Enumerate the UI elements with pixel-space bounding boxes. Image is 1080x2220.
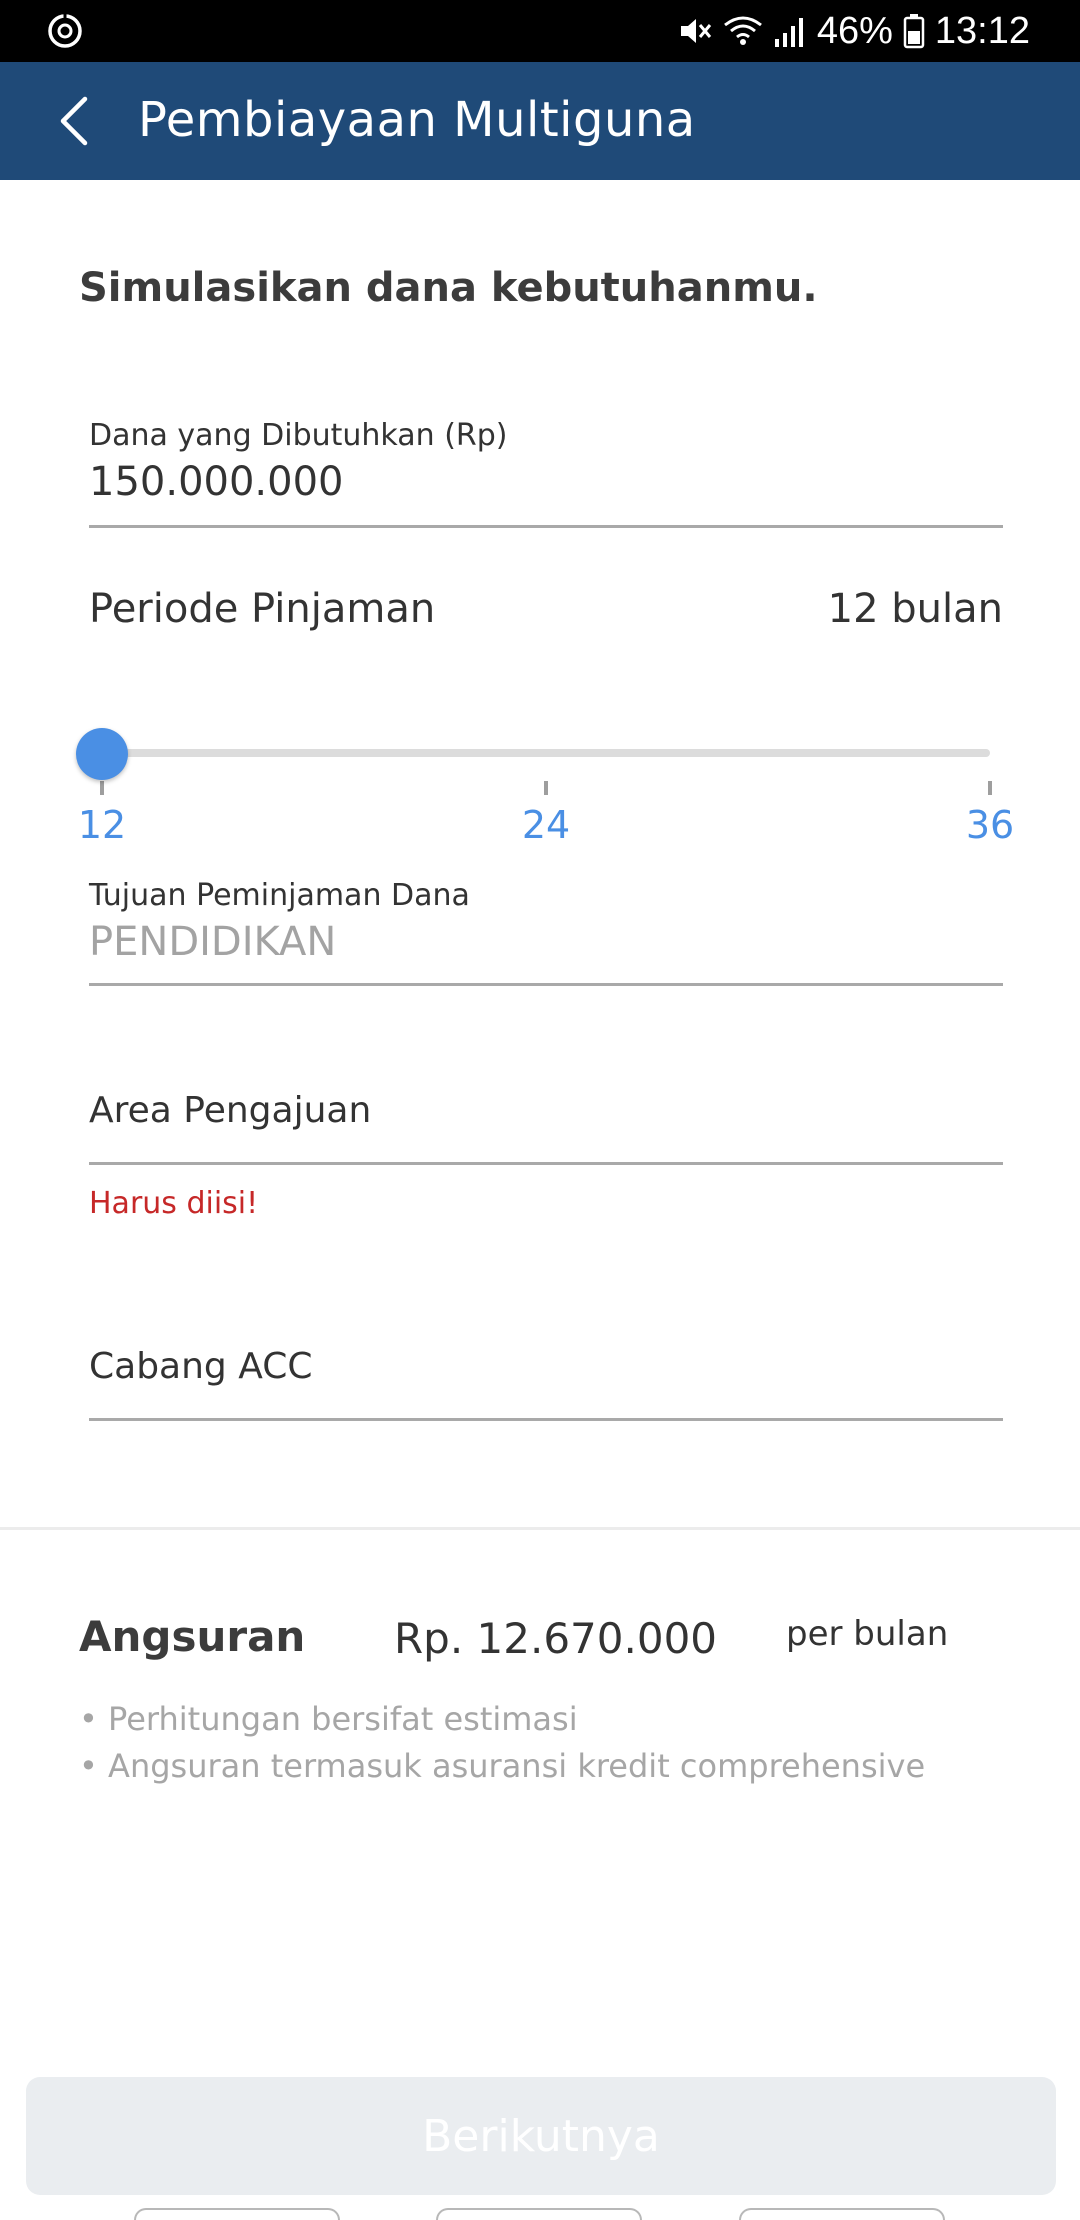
status-bar: 46% 13:12: [0, 0, 1080, 62]
bottom-tab[interactable]: [436, 2208, 642, 2220]
bottom-tab[interactable]: [739, 2208, 945, 2220]
tujuan-label: Tujuan Peminjaman Dana: [89, 878, 470, 913]
slider-tick-label-24: 24: [521, 803, 571, 847]
chevron-left-icon: [60, 96, 88, 146]
cabang-input[interactable]: Cabang ACC: [89, 1346, 1003, 1387]
tujuan-select[interactable]: PENDIDIKAN: [89, 919, 1003, 965]
slider-tick: [100, 781, 104, 795]
slider-tick: [988, 781, 992, 795]
area-field[interactable]: Area Pengajuan: [89, 1090, 1003, 1165]
note-asuransi: • Angsuran termasuk asuransi kredit comp…: [79, 1747, 926, 1785]
wifi-icon: [723, 16, 762, 45]
slider-track[interactable]: [102, 749, 990, 757]
bottom-tab[interactable]: [134, 2208, 340, 2220]
periode-value: 12 bulan: [827, 586, 1003, 632]
status-icons: 46% 13:12: [677, 8, 1030, 54]
dana-input[interactable]: 150.000.000: [89, 459, 1003, 505]
angsuran-label: Angsuran: [79, 1612, 306, 1661]
slider-tick-label-12: 12: [77, 803, 127, 847]
periode-row: Periode Pinjaman 12 bulan: [89, 586, 1003, 632]
periode-slider[interactable]: 12 24 36: [76, 728, 1014, 855]
clock: 13:12: [934, 9, 1030, 52]
app-bar: Pembiayaan Multiguna: [0, 62, 1080, 180]
back-button[interactable]: [40, 86, 110, 156]
dana-field[interactable]: Dana yang Dibutuhkan (Rp) 150.000.000: [89, 418, 1003, 528]
slider-tick: [544, 781, 548, 795]
slider-tick-label-36: 36: [965, 803, 1015, 847]
page-title: Pembiayaan Multiguna: [138, 92, 696, 148]
form-headline: Simulasikan dana kebutuhanmu.: [79, 265, 818, 311]
area-input[interactable]: Area Pengajuan: [89, 1090, 1003, 1131]
periode-label: Periode Pinjaman: [89, 586, 436, 632]
battery-percent: 46%: [816, 9, 893, 52]
sync-icon: [48, 14, 82, 48]
angsuran-amount: Rp. 12.670.000: [394, 1614, 718, 1663]
angsuran-unit: per bulan: [786, 1614, 949, 1654]
cabang-field[interactable]: Cabang ACC: [89, 1346, 1003, 1421]
tujuan-field[interactable]: Tujuan Peminjaman Dana PENDIDIKAN: [89, 878, 1003, 986]
signal-icon: [774, 18, 803, 47]
divider: [0, 1527, 1080, 1530]
next-button[interactable]: Berikutnya: [26, 2077, 1056, 2195]
area-error: Harus diisi!: [89, 1186, 259, 1221]
dana-label: Dana yang Dibutuhkan (Rp): [89, 418, 508, 453]
slider-thumb[interactable]: [76, 728, 128, 780]
note-estimasi: • Perhitungan bersifat estimasi: [79, 1700, 578, 1738]
mute-icon: [680, 19, 711, 43]
battery-icon: [903, 14, 925, 49]
